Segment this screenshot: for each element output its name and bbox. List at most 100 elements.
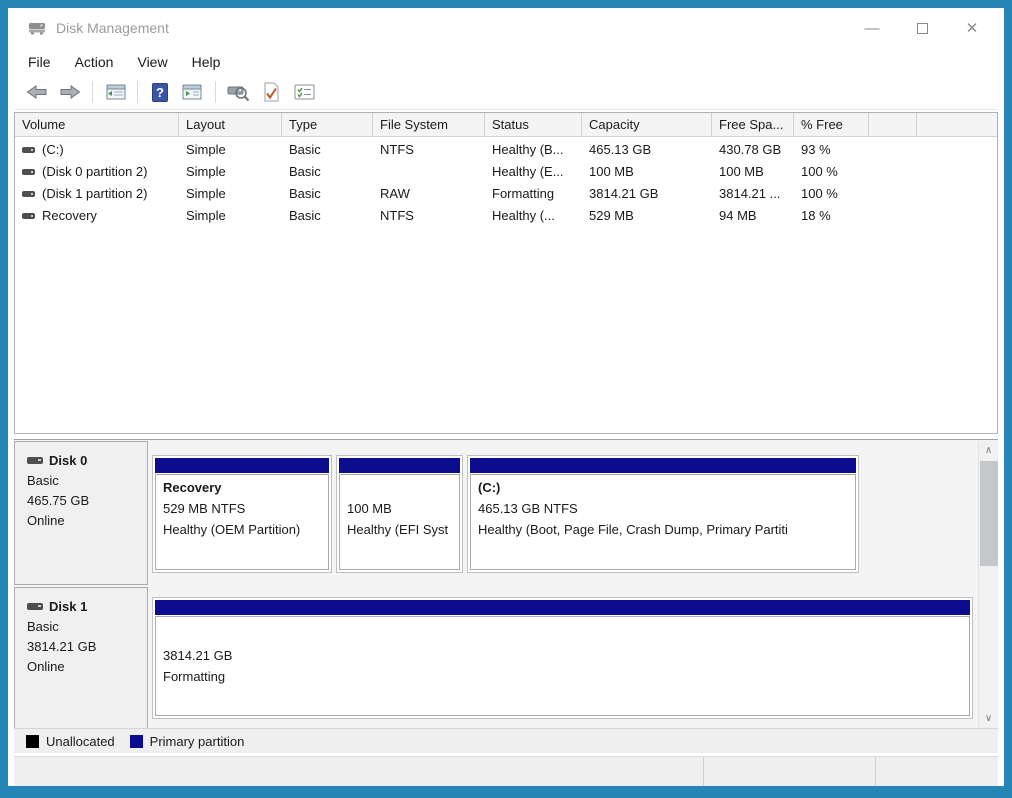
disk-name: Disk 0	[49, 453, 88, 468]
partition-size: 100 MB	[347, 501, 392, 516]
menu-action[interactable]: Action	[75, 54, 114, 70]
cell-pct-free: 93 %	[801, 142, 831, 157]
help-icon: ?	[152, 82, 168, 102]
volume-row-disk1-partition2[interactable]: (Disk 1 partition 2) Simple Basic RAW Fo…	[15, 183, 997, 205]
cell-layout: Simple	[186, 142, 226, 157]
cell-layout: Simple	[186, 164, 226, 179]
menu-help[interactable]: Help	[192, 54, 221, 70]
cell-capacity: 100 MB	[589, 164, 634, 179]
cell-capacity: 529 MB	[589, 208, 634, 223]
partition-formatting[interactable]: 3814.21 GB Formatting	[152, 597, 973, 719]
cell-capacity: 3814.21 GB	[589, 186, 659, 201]
window-frame: Disk Management — ✕ File Action View Hel…	[0, 0, 1012, 798]
maximize-icon	[916, 22, 928, 34]
status-segment	[874, 757, 998, 786]
maximize-button[interactable]	[912, 18, 932, 38]
column-header-filler	[917, 113, 997, 137]
column-header-capacity[interactable]: Capacity	[582, 113, 712, 137]
graphical-view: Disk 0 Basic 465.75 GB Online Recovery 5…	[14, 439, 998, 728]
cell-free-space: 430.78 GB	[719, 142, 782, 157]
volume-list-header: Volume Layout Type File System Status Ca…	[15, 113, 997, 137]
partition-size: 529 MB NTFS	[163, 501, 246, 516]
scrollbar-thumb[interactable]	[980, 461, 998, 566]
partition-name	[347, 478, 452, 498]
back-button[interactable]	[24, 79, 50, 105]
partition-name: (C:)	[478, 480, 501, 495]
title-bar[interactable]: Disk Management — ✕	[14, 8, 998, 48]
forward-arrow-icon	[60, 85, 81, 99]
disk-name: Disk 1	[49, 599, 88, 614]
cell-status: Formatting	[492, 186, 555, 201]
column-header-empty[interactable]	[869, 113, 917, 137]
action-pane-button[interactable]	[180, 79, 206, 105]
partition-status: Healthy (OEM Partition)	[163, 522, 301, 537]
column-header-pct-free[interactable]: % Free	[794, 113, 869, 137]
column-header-volume[interactable]: Volume	[15, 113, 179, 137]
rescan-disks-button[interactable]	[225, 79, 251, 105]
window-controls: — ✕	[862, 18, 998, 38]
toolbar-separator	[137, 81, 138, 103]
help-button[interactable]: ?	[147, 79, 173, 105]
scroll-down-icon[interactable]: ∨	[979, 709, 998, 728]
volume-row-c[interactable]: (C:) Simple Basic NTFS Healthy (B... 465…	[15, 139, 997, 161]
cell-file-system: RAW	[380, 186, 410, 201]
partition-status: Healthy (Boot, Page File, Crash Dump, Pr…	[478, 522, 788, 537]
disk-1-label[interactable]: Disk 1 Basic 3814.21 GB Online	[14, 587, 148, 728]
cell-file-system: NTFS	[380, 142, 414, 157]
properties-button[interactable]	[291, 79, 317, 105]
partition-size: 3814.21 GB	[163, 648, 233, 663]
cell-volume: Recovery	[15, 205, 179, 227]
check-volume-button[interactable]	[258, 79, 284, 105]
volume-row-disk0-partition2[interactable]: (Disk 0 partition 2) Simple Basic Health…	[15, 161, 997, 183]
vertical-scrollbar[interactable]: ∧ ∨	[978, 441, 998, 728]
partition-recovery[interactable]: Recovery 529 MB NTFS Healthy (OEM Partit…	[152, 455, 332, 573]
disk-0-label[interactable]: Disk 0 Basic 465.75 GB Online	[14, 441, 148, 585]
primary-partition-bar	[339, 458, 460, 473]
primary-partition-bar	[155, 458, 329, 473]
legend-primary-partition: Primary partition	[129, 734, 244, 749]
column-header-layout[interactable]: Layout	[179, 113, 282, 137]
disk-type: Basic	[27, 619, 59, 634]
disk-icon	[27, 457, 43, 465]
scroll-up-icon[interactable]: ∧	[979, 441, 998, 460]
volume-row-recovery[interactable]: Recovery Simple Basic NTFS Healthy (... …	[15, 205, 997, 227]
partition-efi[interactable]: 100 MB Healthy (EFI Syst	[336, 455, 463, 573]
column-header-status[interactable]: Status	[485, 113, 582, 137]
disk-size: 465.75 GB	[27, 493, 90, 508]
app-disk-icon	[28, 20, 46, 36]
console-tree-button[interactable]	[102, 79, 128, 105]
forward-button[interactable]	[57, 79, 83, 105]
volume-list-body: (C:) Simple Basic NTFS Healthy (B... 465…	[15, 137, 997, 227]
cell-capacity: 465.13 GB	[589, 142, 652, 157]
unallocated-color-swatch	[26, 734, 39, 748]
close-button[interactable]: ✕	[962, 18, 982, 38]
disk-size: 3814.21 GB	[27, 639, 97, 654]
cell-volume: (C:)	[15, 139, 179, 161]
cell-status: Healthy (E...	[492, 164, 564, 179]
menu-view[interactable]: View	[137, 54, 167, 70]
status-segment	[14, 757, 703, 786]
column-header-file-system[interactable]: File System	[373, 113, 485, 137]
menu-file[interactable]: File	[28, 54, 51, 70]
toolbar-separator	[215, 81, 216, 103]
disk-1-row: Disk 1 Basic 3814.21 GB Online 3814.21 G…	[14, 587, 977, 728]
column-header-free-space[interactable]: Free Spa...	[712, 113, 794, 137]
disk-status: Online	[27, 659, 65, 674]
action-pane-icon	[182, 84, 202, 100]
document-check-icon	[264, 82, 279, 102]
back-arrow-icon	[26, 85, 47, 99]
status-bar	[14, 756, 998, 786]
cell-type: Basic	[289, 142, 321, 157]
primary-partition-color-swatch	[129, 734, 143, 748]
cell-status: Healthy (B...	[492, 142, 564, 157]
disk-status: Online	[27, 513, 65, 528]
column-header-type[interactable]: Type	[282, 113, 373, 137]
cell-pct-free: 18 %	[801, 208, 831, 223]
partition-c[interactable]: (C:) 465.13 GB NTFS Healthy (Boot, Page …	[467, 455, 859, 573]
toolbar-separator	[92, 81, 93, 103]
cell-pct-free: 100 %	[801, 186, 838, 201]
disk-1-partitions: 3814.21 GB Formatting	[148, 587, 977, 728]
minimize-button[interactable]: —	[862, 18, 882, 38]
legend-unallocated: Unallocated	[26, 734, 115, 749]
disk-magnifier-icon	[227, 86, 249, 101]
